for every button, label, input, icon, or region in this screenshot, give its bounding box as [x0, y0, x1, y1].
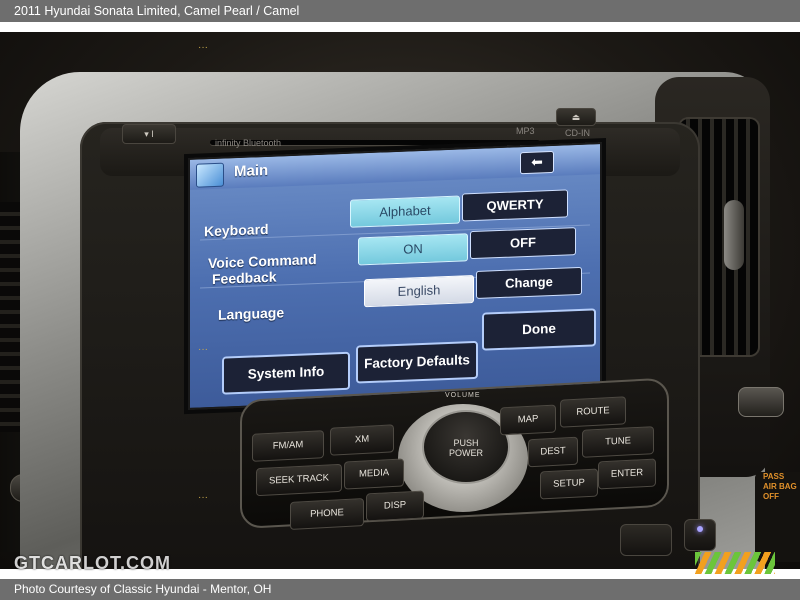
touch-screen: Main ⬅ Keyboard Alphabet QWERTY Voice Co… [188, 142, 602, 410]
voice-on-option[interactable]: ON [358, 233, 468, 266]
light-button[interactable] [684, 519, 716, 551]
language-english-value: English [364, 275, 474, 308]
seek-track-button[interactable]: SEEK TRACK [256, 463, 342, 497]
media-button[interactable]: MEDIA [344, 458, 404, 490]
credit-text: Photo Courtesy of Classic Hyundai - Ment… [14, 582, 272, 596]
dot-marker: ··· [198, 344, 208, 355]
xm-button[interactable]: XM [330, 424, 394, 456]
main-menu-icon [196, 162, 224, 188]
keyboard-qwerty-option[interactable]: QWERTY [462, 189, 568, 222]
brand-logos: infinity Bluetooth [215, 138, 282, 148]
knob-label-push: PUSH [453, 438, 479, 448]
enter-button[interactable]: ENTER [598, 458, 656, 490]
knob-label-power: POWER [448, 448, 483, 458]
disp-button[interactable]: DISP [366, 490, 424, 522]
credit-bar: Photo Courtesy of Classic Hyundai - Ment… [0, 579, 800, 600]
system-info-button[interactable]: System Info [222, 351, 350, 395]
setup-button[interactable]: SETUP [540, 468, 598, 500]
dest-button[interactable]: DEST [528, 436, 578, 468]
route-button[interactable]: ROUTE [560, 396, 626, 428]
airbag-line2: AIR BAG [763, 482, 797, 491]
caption-bar: 2011 Hyundai Sonata Limited, Camel Pearl… [0, 0, 800, 22]
dot-marker: ··· [198, 42, 208, 53]
airbag-line1: PASS [763, 472, 785, 481]
indicator-light-icon [697, 526, 703, 532]
caption-title: 2011 Hyundai Sonata Limited, Camel Pearl… [14, 4, 300, 18]
right-vent-lever [738, 387, 784, 417]
eject-button[interactable]: ⏏ [556, 108, 596, 126]
screen-title: Main [234, 161, 269, 181]
eject-label: CD-IN [565, 128, 590, 138]
watermark: GTCARLOT.COM [14, 553, 171, 573]
keyboard-alphabet-option[interactable]: Alphabet [350, 195, 460, 228]
map-button[interactable]: MAP [500, 404, 556, 436]
done-button[interactable]: Done [482, 308, 596, 351]
cd-button[interactable] [620, 524, 672, 556]
language-label: Language [218, 304, 285, 323]
airbag-line3: OFF [763, 492, 779, 501]
fm-am-button[interactable]: FM/AM [252, 430, 324, 462]
language-change-button[interactable]: Change [476, 266, 582, 299]
dot-marker: ··· [198, 492, 208, 503]
arrow-left-icon: ⬅ [531, 153, 543, 170]
power-button[interactable]: ▾ I [122, 124, 176, 144]
dashboard-photo: PASS AIR BAG OFF ▾ I ⏏ CD-IN infinity Bl… [0, 32, 800, 569]
voice-off-option[interactable]: OFF [470, 227, 576, 260]
tune-button[interactable]: TUNE [582, 426, 654, 458]
stripes-logo [695, 552, 775, 574]
media-format-label: MP3 [516, 126, 535, 136]
airbag-indicator: PASS AIR BAG OFF [755, 472, 800, 562]
right-vent-slider [724, 200, 744, 270]
back-button[interactable]: ⬅ [520, 150, 554, 175]
phone-button[interactable]: PHONE [290, 498, 364, 530]
push-power-knob[interactable]: PUSH POWER [422, 410, 510, 484]
factory-defaults-button[interactable]: Factory Defaults [356, 340, 478, 384]
volume-label: VOLUME [445, 392, 481, 399]
